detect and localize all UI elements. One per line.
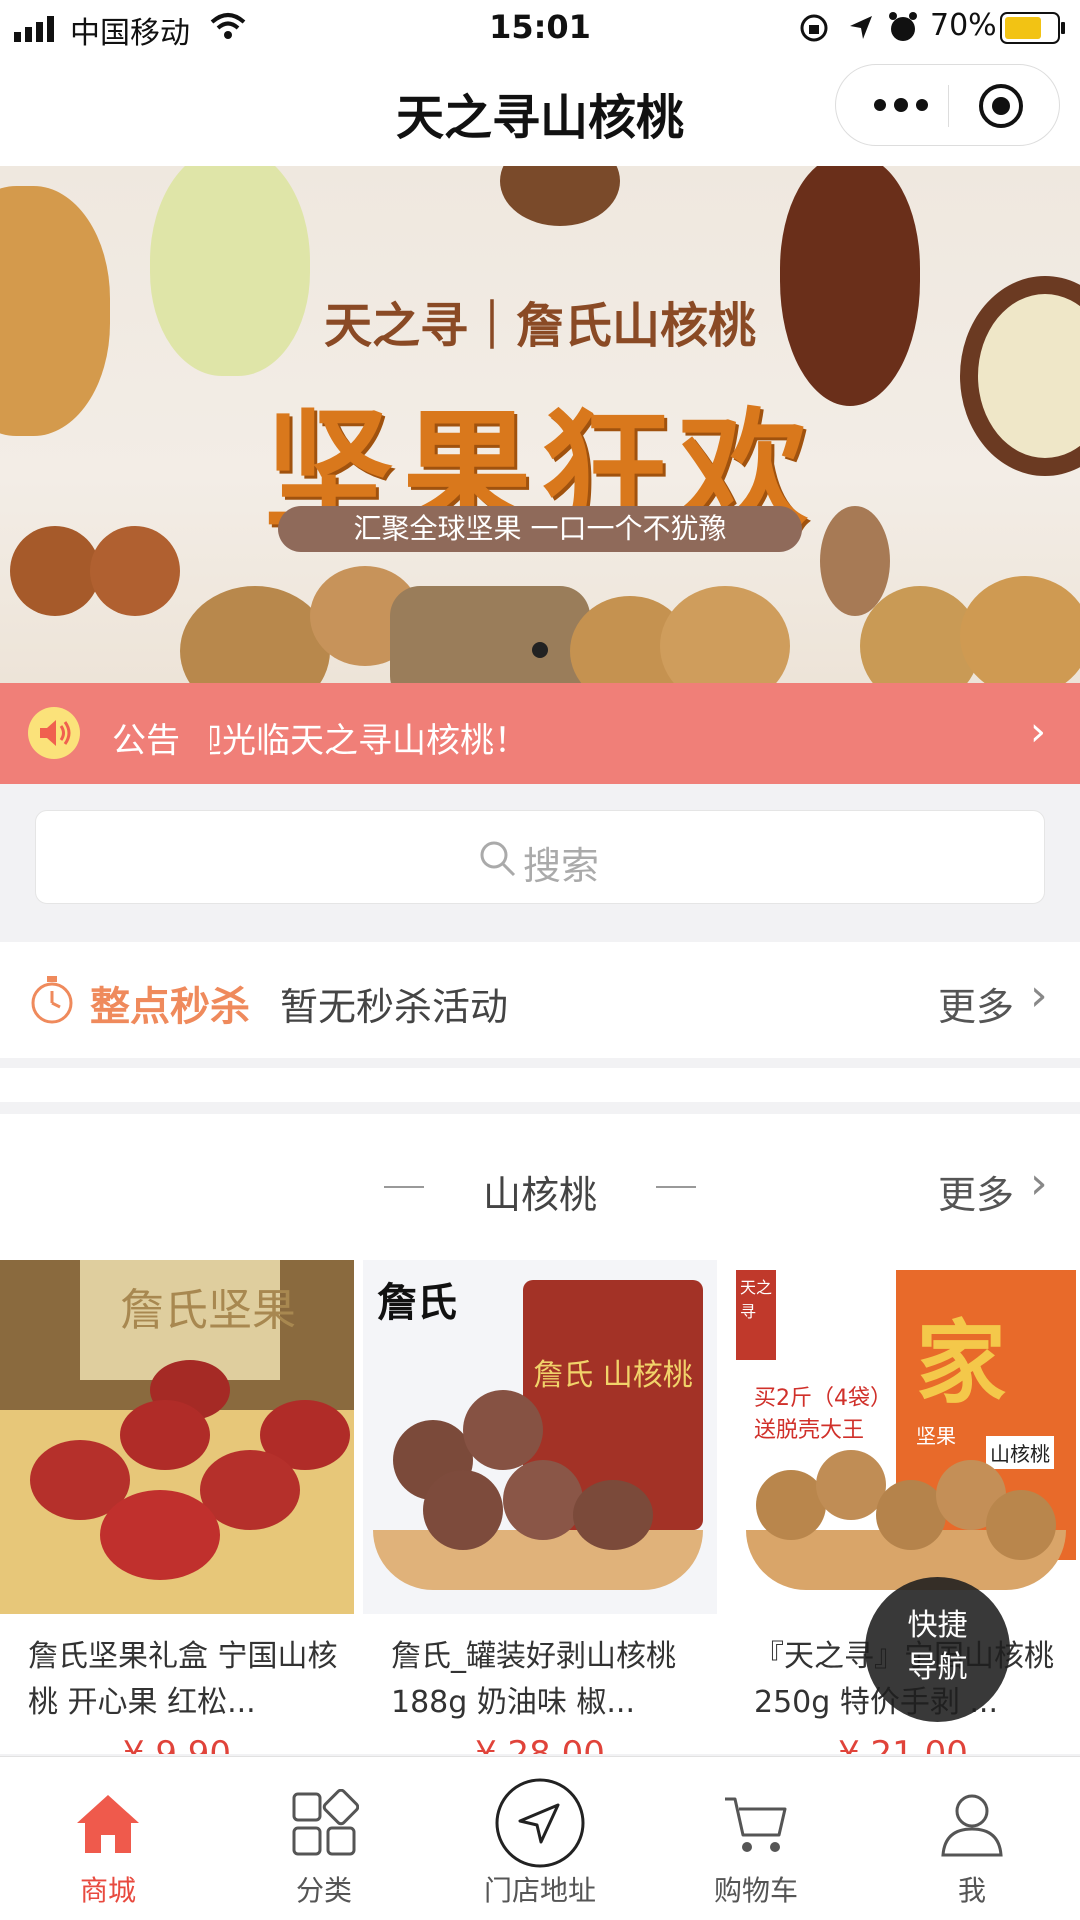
quick-nav-button[interactable]: 快捷 导航	[865, 1577, 1010, 1722]
jar-lid	[100, 1490, 220, 1580]
product-price: ¥ 28.00	[475, 1734, 605, 1754]
search-input[interactable]: 搜索	[35, 810, 1045, 904]
walnut-image	[660, 586, 790, 683]
jar-label: 詹氏 山核桃	[533, 1358, 693, 1393]
cart-icon	[725, 1797, 787, 1852]
quick-nav-label-1: 快捷	[907, 1608, 968, 1643]
tab-me[interactable]: 我	[864, 1757, 1080, 1920]
product-image: 天之寻 买2斤（4袋） 送脱壳大王 家 坚果 山核桃	[726, 1260, 1080, 1614]
tab-category[interactable]: 分类	[216, 1757, 432, 1920]
quick-nav-label-2: 导航	[907, 1650, 968, 1685]
tab-label: 分类	[295, 1874, 352, 1907]
target-icon	[979, 84, 1023, 128]
promo-text: 买2斤（4袋）	[754, 1386, 892, 1411]
title-dash-right	[656, 1186, 696, 1188]
close-program-button[interactable]	[976, 81, 1026, 131]
nut-image	[423, 1470, 503, 1550]
user-icon	[941, 1794, 1003, 1857]
speaker-icon	[28, 707, 80, 759]
notice-text: 迎光临天之寻山核桃！	[210, 721, 528, 761]
product-image: 詹氏 詹氏 山核桃	[363, 1260, 717, 1614]
flash-sale-row: 整点秒杀 暂无秒杀活动 更多 ›	[0, 942, 1080, 1058]
nut-image	[573, 1480, 653, 1550]
product-image: 詹氏坚果	[0, 1260, 354, 1614]
nut-image	[463, 1390, 543, 1470]
nut-image	[986, 1490, 1056, 1560]
tab-label: 门店地址	[483, 1874, 596, 1907]
notice-marquee: 迎光临天之寻山核桃！	[210, 703, 970, 763]
product-price: ¥ 9.90	[122, 1734, 232, 1754]
product-card[interactable]: 詹氏坚果 詹氏坚果礼盒 宁国山核桃 开心果 红松... ¥ 9.90	[0, 1260, 354, 1754]
section-title: 山核桃	[482, 1173, 597, 1217]
tab-label: 购物车	[713, 1874, 798, 1907]
tab-cart[interactable]: 购物车	[648, 1757, 864, 1920]
location-icon	[850, 16, 872, 39]
section-more-link[interactable]: 更多 ›	[930, 1154, 1060, 1218]
search-placeholder: 搜索	[522, 844, 599, 888]
chevron-right-icon: ›	[1030, 709, 1046, 755]
chevron-right-icon: ›	[1030, 1158, 1048, 1209]
brand-tag: 天之寻	[736, 1270, 776, 1360]
capsule-divider	[948, 85, 949, 127]
notice-bar[interactable]: 公告 迎光临天之寻山核桃！ ›	[0, 683, 1080, 784]
nut-image	[503, 1460, 583, 1540]
promo-text: 送脱壳大王	[754, 1418, 865, 1443]
banner-tagline: 汇聚全球坚果 一口一个不犹豫	[278, 506, 802, 552]
tab-mall[interactable]: 商城	[0, 1757, 216, 1920]
empty-panel	[0, 1068, 1080, 1102]
location-arrow-icon	[495, 1778, 585, 1868]
bag-side-text: 坚果	[916, 1424, 956, 1448]
alarm-icon	[889, 12, 917, 41]
orientation-lock-icon	[800, 14, 828, 42]
battery-percent: 70%	[930, 8, 997, 43]
notice-label: 公告	[112, 721, 180, 761]
promo-banner[interactable]: 天之寻｜詹氏山核桃 坚果狂欢 汇聚全球坚果 一口一个不犹豫	[0, 166, 1080, 683]
flash-sale-more-link[interactable]: 更多 ›	[930, 966, 1060, 1030]
tab-label: 商城	[79, 1874, 136, 1907]
banner-brand-text: 天之寻｜詹氏山核桃	[323, 298, 756, 354]
tab-label: 我	[957, 1874, 986, 1907]
mini-program-capsule	[835, 64, 1060, 146]
stopwatch-icon	[31, 976, 73, 1024]
chevron-right-icon: ›	[1030, 970, 1048, 1021]
more-label: 更多	[938, 985, 1015, 1029]
flash-sale-label: 整点秒杀	[90, 984, 250, 1030]
walnut-image	[960, 576, 1080, 683]
product-name: 詹氏_罐装好剥山核桃188g 奶油味 椒...	[391, 1639, 676, 1720]
product-name: 詹氏坚果礼盒 宁国山核桃 开心果 红松...	[28, 1639, 338, 1720]
product-logo-text: 詹氏	[377, 1279, 457, 1326]
flash-sale-status: 暂无秒杀活动	[280, 985, 509, 1029]
grid-icon	[292, 1789, 359, 1856]
burlap-sack-image	[390, 586, 590, 683]
product-card[interactable]: 詹氏 詹氏 山核桃 詹氏_罐装好剥山核桃188g 奶油味 椒... ¥ 28.0…	[363, 1260, 717, 1754]
jar-lid	[120, 1400, 210, 1470]
tab-bar: 商城 分类 门店地址 购物车 我	[0, 1756, 1080, 1920]
brand-tag-text: 天之寻	[740, 1278, 773, 1321]
carousel-indicator[interactable]	[532, 642, 548, 658]
home-icon	[77, 1795, 139, 1853]
tab-store-address[interactable]: 门店地址	[432, 1757, 648, 1920]
bag-text: 家	[916, 1311, 1006, 1416]
battery-icon	[1000, 12, 1065, 44]
pecan-top-image	[500, 166, 620, 226]
bag-label: 山核桃	[986, 1436, 1054, 1469]
more-menu-button[interactable]	[866, 85, 936, 125]
more-label: 更多	[938, 1173, 1015, 1217]
product-price: ¥ 21.00	[838, 1734, 968, 1754]
gift-box-text: 詹氏坚果	[120, 1285, 296, 1336]
walnut-image	[180, 586, 330, 683]
status-bar: 中国移动 15:01 70%	[0, 0, 1080, 56]
more-dots-icon	[874, 98, 928, 112]
